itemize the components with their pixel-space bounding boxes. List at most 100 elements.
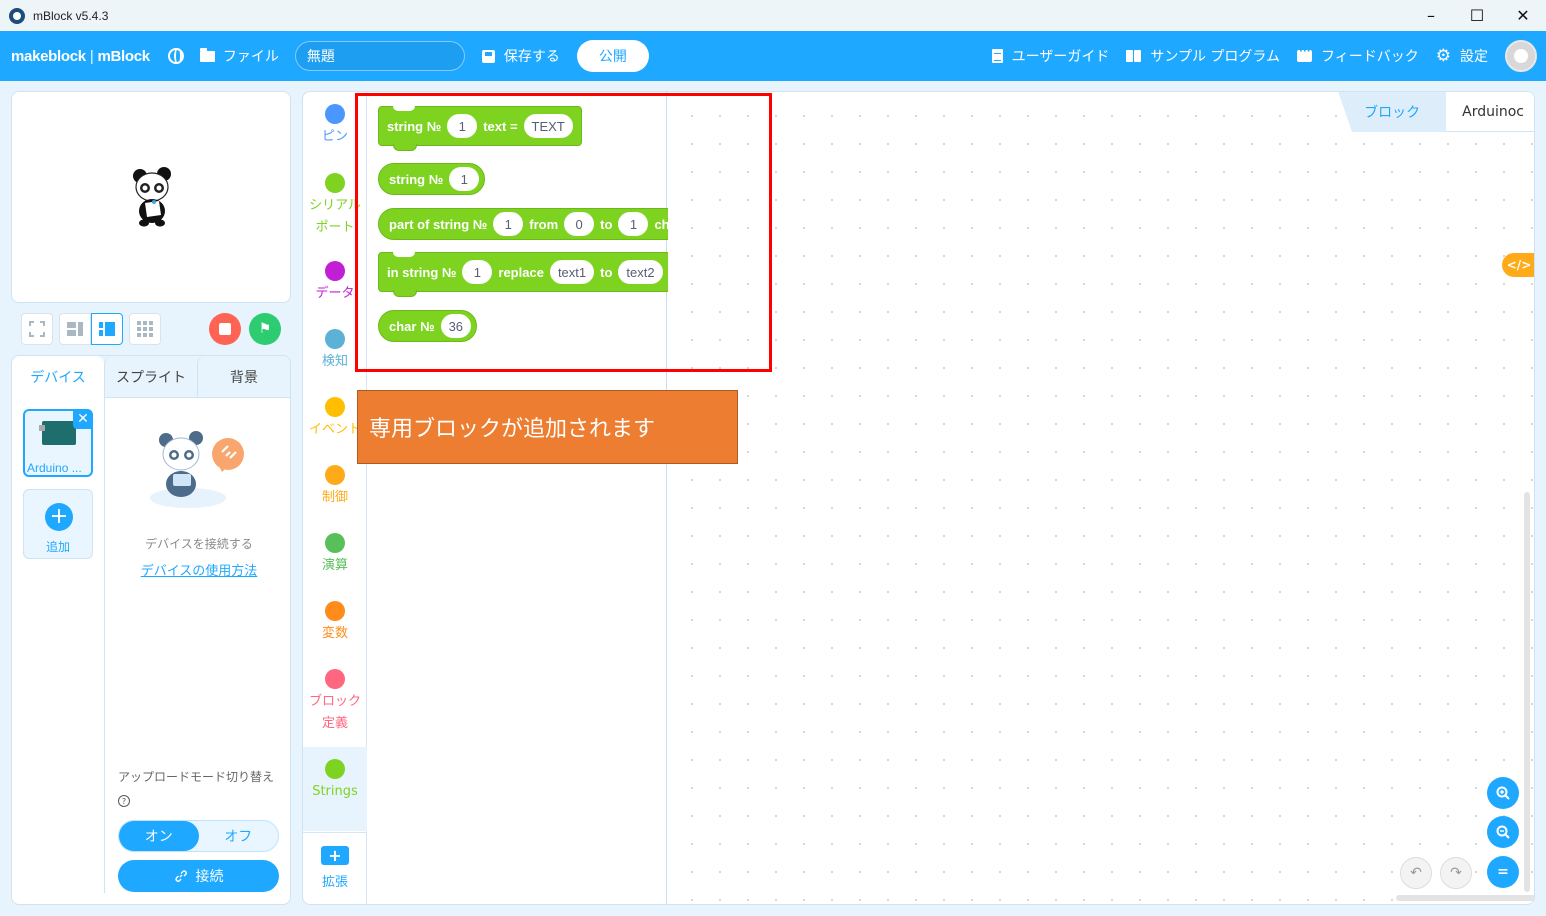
stage-canvas[interactable] xyxy=(11,91,291,303)
plus-icon: + xyxy=(45,503,73,531)
disconnected-panda-illustration xyxy=(150,431,244,508)
horizontal-scrollbar[interactable] xyxy=(1396,895,1534,901)
settings-menu[interactable]: ⚙ 設定 xyxy=(1436,46,1488,66)
close-button[interactable]: ✕ xyxy=(1500,0,1546,31)
category-color-dot xyxy=(325,669,345,689)
highlight-box xyxy=(355,93,772,372)
project-name-input[interactable]: 無題 xyxy=(294,41,465,71)
category-9[interactable]: Strings xyxy=(303,747,367,831)
stop-button[interactable] xyxy=(209,313,241,345)
mblock-app-icon xyxy=(9,7,25,24)
category-color-dot xyxy=(325,465,345,485)
maximize-button[interactable]: ☐ xyxy=(1454,0,1500,31)
device-panel: デバイス スプライト 背景 Arduino ... ✕ + 追加 デバイスを接続… xyxy=(11,355,291,905)
gear-icon: ⚙ xyxy=(1435,45,1451,66)
connect-label: 接続 xyxy=(195,869,224,885)
tab-devices[interactable]: デバイス xyxy=(12,356,104,398)
user-guide-label: ユーザーガイド xyxy=(1011,49,1110,65)
upload-mode-on[interactable]: オン xyxy=(119,821,199,851)
vertical-scrollbar[interactable] xyxy=(1524,492,1530,892)
save-label: 保存する xyxy=(503,49,560,65)
zoom-in-icon xyxy=(1496,786,1510,800)
extension-button[interactable]: + 拡張 xyxy=(303,832,367,904)
minimize-button[interactable]: – xyxy=(1408,0,1454,31)
zoom-out-icon xyxy=(1496,825,1510,839)
category-8[interactable]: ブロック 定義 xyxy=(303,669,367,735)
zoom-out-button[interactable] xyxy=(1487,816,1519,848)
stop-icon xyxy=(219,323,231,335)
normal-stage-icon xyxy=(99,322,115,336)
category-label: ブロック xyxy=(308,694,361,709)
flag-icon: ⚑ xyxy=(258,321,272,337)
user-avatar[interactable] xyxy=(1505,40,1537,72)
undo-button[interactable]: ↶ xyxy=(1400,857,1432,889)
upload-mode-toggle[interactable]: オン オフ xyxy=(118,820,279,852)
device-list: Arduino ... ✕ + 追加 xyxy=(12,398,105,893)
file-menu-label: ファイル xyxy=(222,49,279,65)
help-icon[interactable]: ? xyxy=(118,795,130,807)
upload-mode-off[interactable]: オフ xyxy=(199,821,279,851)
category-7[interactable]: 変数 xyxy=(303,601,367,645)
settings-label: 設定 xyxy=(1460,49,1488,65)
chat-icon xyxy=(1297,46,1313,62)
feedback-link[interactable]: フィードバック xyxy=(1297,46,1419,66)
save-icon xyxy=(481,49,495,63)
makeblock-logo[interactable]: makeblock | mBlock xyxy=(11,48,150,65)
category-color-dot xyxy=(325,173,345,193)
panda-sprite[interactable] xyxy=(131,167,173,227)
script-area[interactable]: ブロック Arduinoc </> ↶ ↷ = xyxy=(668,92,1534,904)
remove-device-button[interactable]: ✕ xyxy=(73,409,93,429)
tab-blocks-view[interactable]: ブロック xyxy=(1338,92,1447,132)
category-color-dot xyxy=(325,261,345,281)
category-5[interactable]: 制御 xyxy=(303,465,367,509)
small-stage-icon xyxy=(67,322,83,336)
title-bar: mBlock v5.4.3 – ☐ ✕ xyxy=(0,0,1546,31)
sample-programs-link[interactable]: サンプル プログラム xyxy=(1126,46,1280,66)
green-flag-button[interactable]: ⚑ xyxy=(249,313,281,345)
add-device-label: 追加 xyxy=(45,540,70,554)
category-label: 演算 xyxy=(321,558,348,573)
folder-icon xyxy=(199,47,215,62)
code-panel-toggle[interactable]: </> xyxy=(1502,253,1534,277)
product-name: mBlock xyxy=(97,47,150,65)
fullscreen-button[interactable] xyxy=(21,313,53,345)
zoom-reset-button[interactable]: = xyxy=(1487,856,1519,888)
category-color-dot xyxy=(325,759,345,779)
grid-icon xyxy=(137,321,153,337)
category-color-dot xyxy=(325,104,345,124)
grid-view-button[interactable] xyxy=(129,313,161,345)
user-guide-link[interactable]: ユーザーガイド xyxy=(991,46,1110,66)
app-header: makeblock | mBlock ファイル 無題 保存する 公開 ユーザーガイド… xyxy=(0,31,1546,81)
upload-mode-label: アップロードモード切り替え xyxy=(118,770,275,784)
redo-button[interactable]: ↷ xyxy=(1440,857,1472,889)
publish-button[interactable]: 公開 xyxy=(576,40,649,72)
connect-button[interactable]: 接続 xyxy=(118,860,279,892)
language-globe-icon[interactable] xyxy=(167,48,184,64)
small-stage-button[interactable] xyxy=(59,313,91,345)
zoom-in-button[interactable] xyxy=(1487,777,1519,809)
device-howto-link[interactable]: デバイスの使用方法 xyxy=(106,560,290,579)
category-label: 定義 xyxy=(321,716,348,731)
arduino-board-icon xyxy=(39,421,76,445)
category-label: Strings xyxy=(312,784,358,799)
device-card-arduino[interactable]: Arduino ... ✕ xyxy=(23,409,93,477)
category-6[interactable]: 演算 xyxy=(303,533,367,577)
category-color-dot xyxy=(325,533,345,553)
normal-stage-button[interactable] xyxy=(91,313,123,345)
connect-device-hint: デバイスを接続する xyxy=(145,537,253,551)
file-menu[interactable]: ファイル xyxy=(199,46,279,66)
tab-backdrops[interactable]: 背景 xyxy=(197,356,290,398)
clipboard-icon xyxy=(991,49,1003,63)
tab-code-view[interactable]: Arduinoc xyxy=(1446,92,1534,132)
save-button[interactable]: 保存する xyxy=(481,46,560,66)
category-color-dot xyxy=(325,397,345,417)
tab-sprites[interactable]: スプライト xyxy=(104,356,197,398)
extension-label: 拡張 xyxy=(321,875,348,890)
device-name: Arduino ... xyxy=(27,461,82,475)
category-color-dot xyxy=(325,601,345,621)
add-device-button[interactable]: + 追加 xyxy=(23,489,93,559)
brand-name: makeblock xyxy=(11,47,86,65)
fullscreen-icon xyxy=(29,321,45,337)
book-icon xyxy=(1126,50,1142,62)
sample-programs-label: サンプル プログラム xyxy=(1150,49,1281,65)
